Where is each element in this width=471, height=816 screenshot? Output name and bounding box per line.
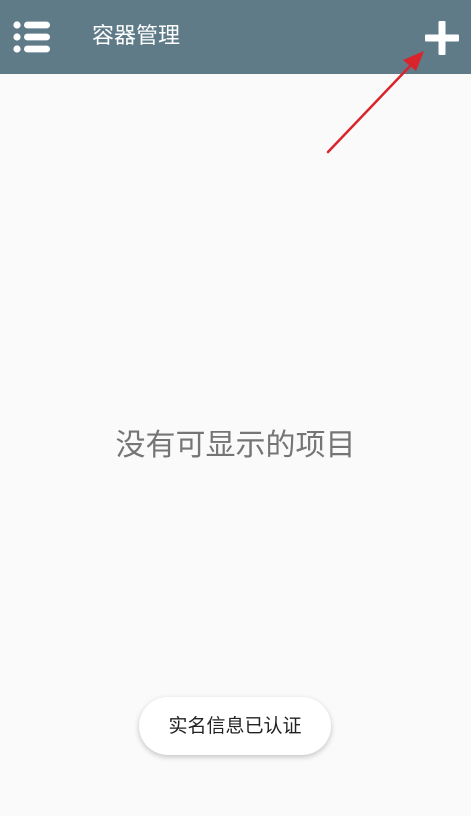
plus-icon	[425, 21, 459, 55]
menu-button[interactable]	[12, 17, 52, 57]
page-title: 容器管理	[92, 24, 181, 49]
empty-state-message: 没有可显示的项目	[115, 428, 356, 463]
app-bar: 容器管理	[0, 0, 471, 74]
list-menu-icon	[13, 21, 50, 53]
toast-notification: 实名信息已认证	[139, 697, 331, 755]
add-container-button[interactable]	[420, 16, 464, 60]
